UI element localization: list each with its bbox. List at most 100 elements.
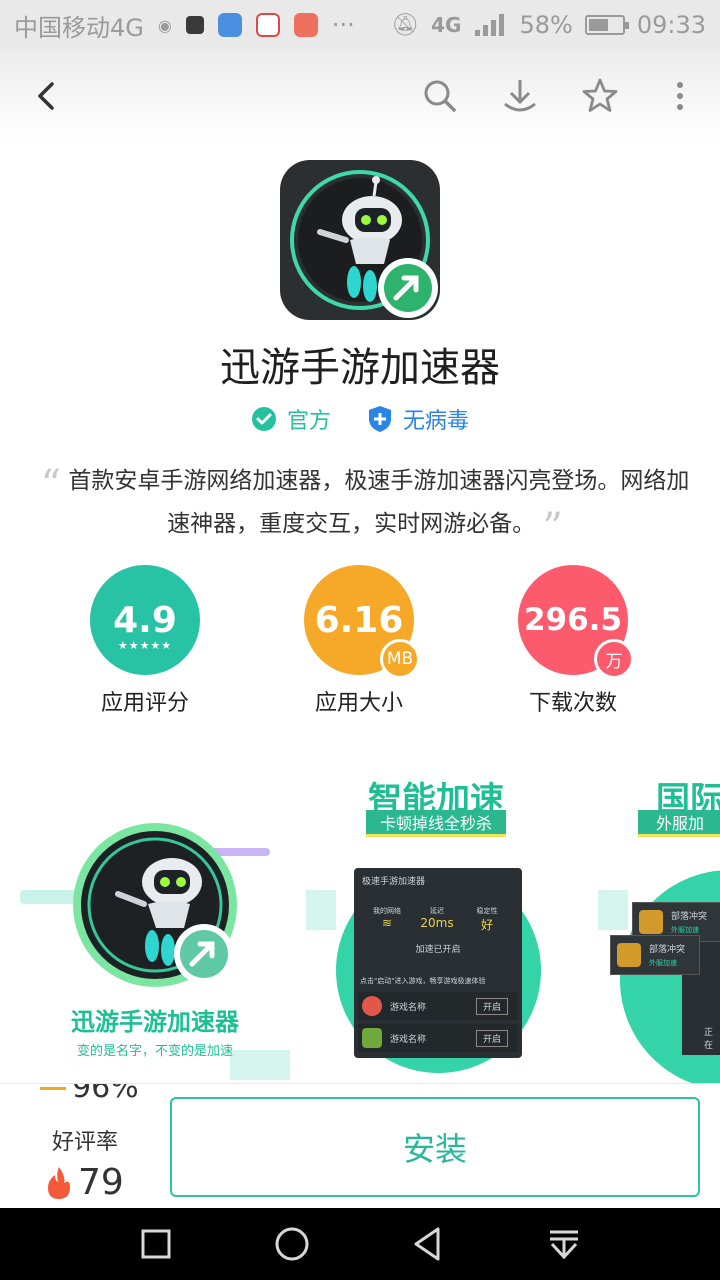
- game-avatar-icon: [362, 996, 382, 1016]
- back-nav-icon[interactable]: [408, 1224, 448, 1264]
- star-icon[interactable]: [580, 76, 620, 116]
- downloads-value: 296.5: [523, 602, 623, 638]
- phone-status: 加速已开启: [415, 945, 461, 955]
- tool-notification-icon: [293, 13, 318, 37]
- game-card-title: 部落冲突: [649, 945, 686, 955]
- virus-free-badge: 无病毒: [367, 403, 469, 435]
- game-card-title: 部落冲突: [671, 912, 708, 922]
- carrier-label: 中国移动4G: [14, 13, 144, 42]
- game-card: 部落冲突 外服加速: [610, 935, 700, 975]
- virus-free-label: 无病毒: [403, 409, 470, 434]
- more-notifications-icon: ···: [331, 11, 355, 39]
- decor-stripe: [306, 890, 336, 930]
- rating-circle: 4.9 ★★★★★: [90, 565, 200, 675]
- hot-value-partial: 79: [44, 1162, 124, 1203]
- open-quote-icon: “: [40, 462, 62, 508]
- game-avatar-icon: [639, 910, 663, 934]
- shot1-subtitle: 变的是名字，不变的是加速: [76, 1044, 233, 1059]
- downloads-label: 下载次数: [528, 691, 617, 716]
- screenshots-carousel[interactable]: 迅游手游加速器 变的是名字，不变的是加速 智能加速 卡顿掉线全秒杀 极速手游加速…: [0, 750, 720, 1085]
- phone-metric-label: 稳定性: [476, 907, 498, 915]
- dash-icon: [40, 1087, 66, 1090]
- downloads-circle: 296.5 万: [518, 565, 634, 679]
- status-bar: 中国移动4G ◉ ··· 🔕︎ 4G 58% 09:33: [0, 0, 720, 50]
- screenshot-3[interactable]: 国际 外服加 部落冲突 外服加速 部落冲突 外服加速 正在: [598, 750, 720, 1085]
- phone-metric-value: 20ms: [420, 916, 454, 930]
- robot-logo-icon: [290, 170, 438, 318]
- back-arrow-icon[interactable]: [30, 76, 70, 116]
- recents-icon[interactable]: [136, 1224, 176, 1264]
- shot3-side-text: 正在: [704, 1028, 714, 1051]
- download-icon[interactable]: [500, 76, 540, 116]
- phone-mockup: 极速手游加速器 我的网络 ≋ 延迟 20ms 稳定性 好 加速已开启 点击"启动…: [354, 868, 522, 1058]
- phone-title: 极速手游加速器: [362, 877, 426, 887]
- rating-label: 好评率: [52, 1130, 119, 1155]
- screenshot-1[interactable]: 迅游手游加速器 变的是名字，不变的是加速: [0, 750, 290, 1085]
- rating-value: 4.9: [113, 599, 177, 641]
- app-description: 首款安卓手游网络加速器，极速手游加速器闪亮登场。网络加速神器，重度交互，实时网游…: [68, 468, 690, 537]
- eye-notification-icon: ◉: [157, 15, 172, 35]
- game-card-sub: 外服加速: [649, 959, 677, 967]
- app-description-block: “ 首款安卓手游网络加速器，极速手游加速器闪亮登场。网络加速神器，重度交互，实时…: [40, 462, 690, 548]
- more-vert-icon[interactable]: [660, 76, 700, 116]
- phone-game-row: 游戏名称 开启: [358, 1024, 518, 1052]
- cat-notification-icon: [185, 16, 204, 34]
- app-icon: [280, 160, 440, 320]
- stat-size: 6.16 MB 应用大小: [259, 565, 459, 717]
- phone-game-row: 游戏名称 开启: [358, 992, 518, 1020]
- home-icon[interactable]: [272, 1224, 312, 1264]
- rating-label: 应用评分: [100, 691, 189, 716]
- decor-stripe: [598, 890, 628, 930]
- toolbar: [0, 50, 720, 142]
- shot1-title: 迅游手游加速器: [71, 1008, 239, 1036]
- phone-metric-label: 延迟: [430, 907, 444, 915]
- hot-value: 79: [78, 1162, 124, 1203]
- size-unit: MB: [380, 639, 420, 679]
- close-quote-icon: ”: [542, 505, 563, 551]
- search-icon[interactable]: [420, 76, 460, 116]
- silent-icon: 🔕︎: [391, 12, 420, 38]
- robot-logo-icon: [73, 823, 237, 987]
- size-value: 6.16: [314, 599, 404, 641]
- downloads-unit: 万: [594, 639, 634, 679]
- official-badge: 官方: [251, 403, 331, 435]
- shield-icon: [369, 406, 391, 432]
- game-name: 游戏名称: [390, 1035, 427, 1045]
- stat-downloads: 296.5 万 下载次数: [473, 565, 673, 717]
- rating-percent-partial: 96%: [40, 1084, 139, 1105]
- rating-percent: 96%: [72, 1084, 139, 1105]
- signal-icon: [475, 14, 505, 36]
- badges: 官方 无病毒: [0, 403, 720, 435]
- rating-ticker: 96% 好评率 79: [0, 1084, 150, 1209]
- install-button[interactable]: 安装: [170, 1097, 700, 1197]
- stat-rating: 4.9 ★★★★★ 应用评分: [45, 565, 245, 717]
- official-label: 官方: [286, 409, 331, 434]
- game-open-button[interactable]: 开启: [476, 1030, 509, 1047]
- system-nav-bar: [0, 1208, 720, 1280]
- stats-row: 4.9 ★★★★★ 应用评分 6.16 MB 应用大小 296.5 万 下载次数: [0, 565, 720, 717]
- game-avatar-icon: [362, 1028, 382, 1048]
- phone-metric-latency: 延迟 20ms: [412, 906, 462, 930]
- app-notification-icon: [217, 13, 242, 37]
- size-label: 应用大小: [314, 691, 403, 716]
- phone-metric-label: 我的网络: [373, 907, 401, 915]
- clock: 09:33: [636, 11, 706, 39]
- game-name: 游戏名称: [390, 1003, 427, 1013]
- game-avatar-icon: [617, 943, 641, 967]
- fire-icon: [48, 1166, 70, 1199]
- wifi-icon: ≋: [381, 916, 393, 930]
- phone-metric-value: 好: [480, 918, 493, 932]
- notification-pulldown-icon[interactable]: [544, 1224, 584, 1264]
- check-circle-icon: [251, 407, 276, 431]
- app-title: 迅游手游加速器: [220, 345, 500, 391]
- size-circle: 6.16 MB: [304, 565, 420, 679]
- shot3-subheadline: 外服加: [638, 810, 720, 837]
- game-open-button[interactable]: 开启: [476, 998, 509, 1015]
- phone-metric-stability: 稳定性 好: [462, 906, 512, 933]
- video-notification-icon: [255, 13, 280, 37]
- phone-metric-network: 我的网络 ≋: [362, 906, 412, 930]
- battery-percent: 58%: [519, 11, 573, 39]
- screenshot-2[interactable]: 智能加速 卡顿掉线全秒杀 极速手游加速器 我的网络 ≋ 延迟 20ms 稳定性 …: [306, 750, 591, 1085]
- phone-hint: 点击"启动"进入游戏，畅享游戏极速体验: [360, 977, 486, 985]
- battery-icon: [584, 15, 629, 35]
